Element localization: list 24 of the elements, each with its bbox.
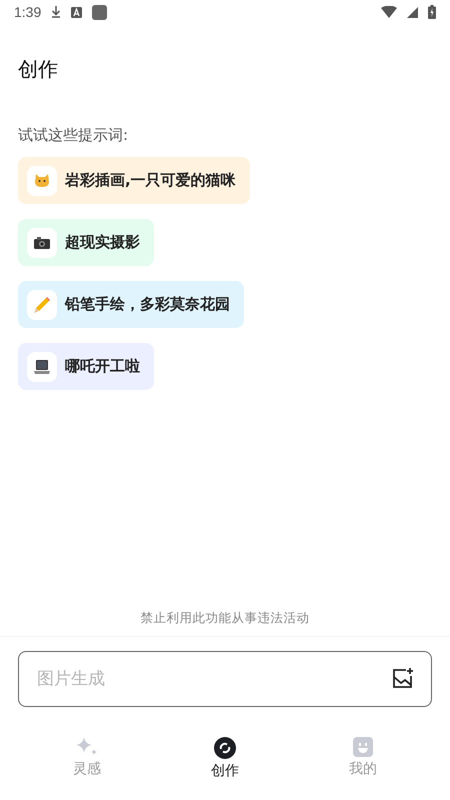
prompt-chip[interactable]: 岩彩插画,一只可爱的猫咪 (18, 157, 250, 204)
prompts-heading: 试试这些提示词: (18, 126, 130, 145)
sparkle-icon (76, 737, 98, 757)
prompt-chip[interactable]: 铅笔手绘，多彩莫奈花园 (18, 281, 244, 328)
create-icon (214, 737, 236, 759)
add-image-icon[interactable] (392, 667, 414, 689)
prompt-chip[interactable]: 超现实摄影 (18, 219, 154, 266)
cat-icon (35, 174, 49, 187)
square-notification-icon (92, 4, 108, 20)
download-icon (51, 6, 62, 18)
prompt-chip[interactable]: 哪吒开工啦 (18, 343, 154, 390)
wifi-icon (381, 6, 397, 18)
nav-tab[interactable]: 创作 (191, 737, 259, 780)
camera-icon (34, 236, 50, 248)
signal-icon (407, 6, 418, 18)
battery-icon (428, 5, 436, 19)
notice-text: 禁止利用此功能从事违法活动 (140, 610, 310, 627)
page-title: 创作 (18, 56, 59, 83)
profile-icon (353, 737, 373, 757)
app-notification-icon (71, 6, 82, 18)
prompt-input[interactable]: 图片生成 (18, 651, 432, 707)
status-time: 1:39 (14, 4, 42, 20)
pencil-icon (34, 296, 50, 312)
laptop-icon (34, 360, 50, 374)
